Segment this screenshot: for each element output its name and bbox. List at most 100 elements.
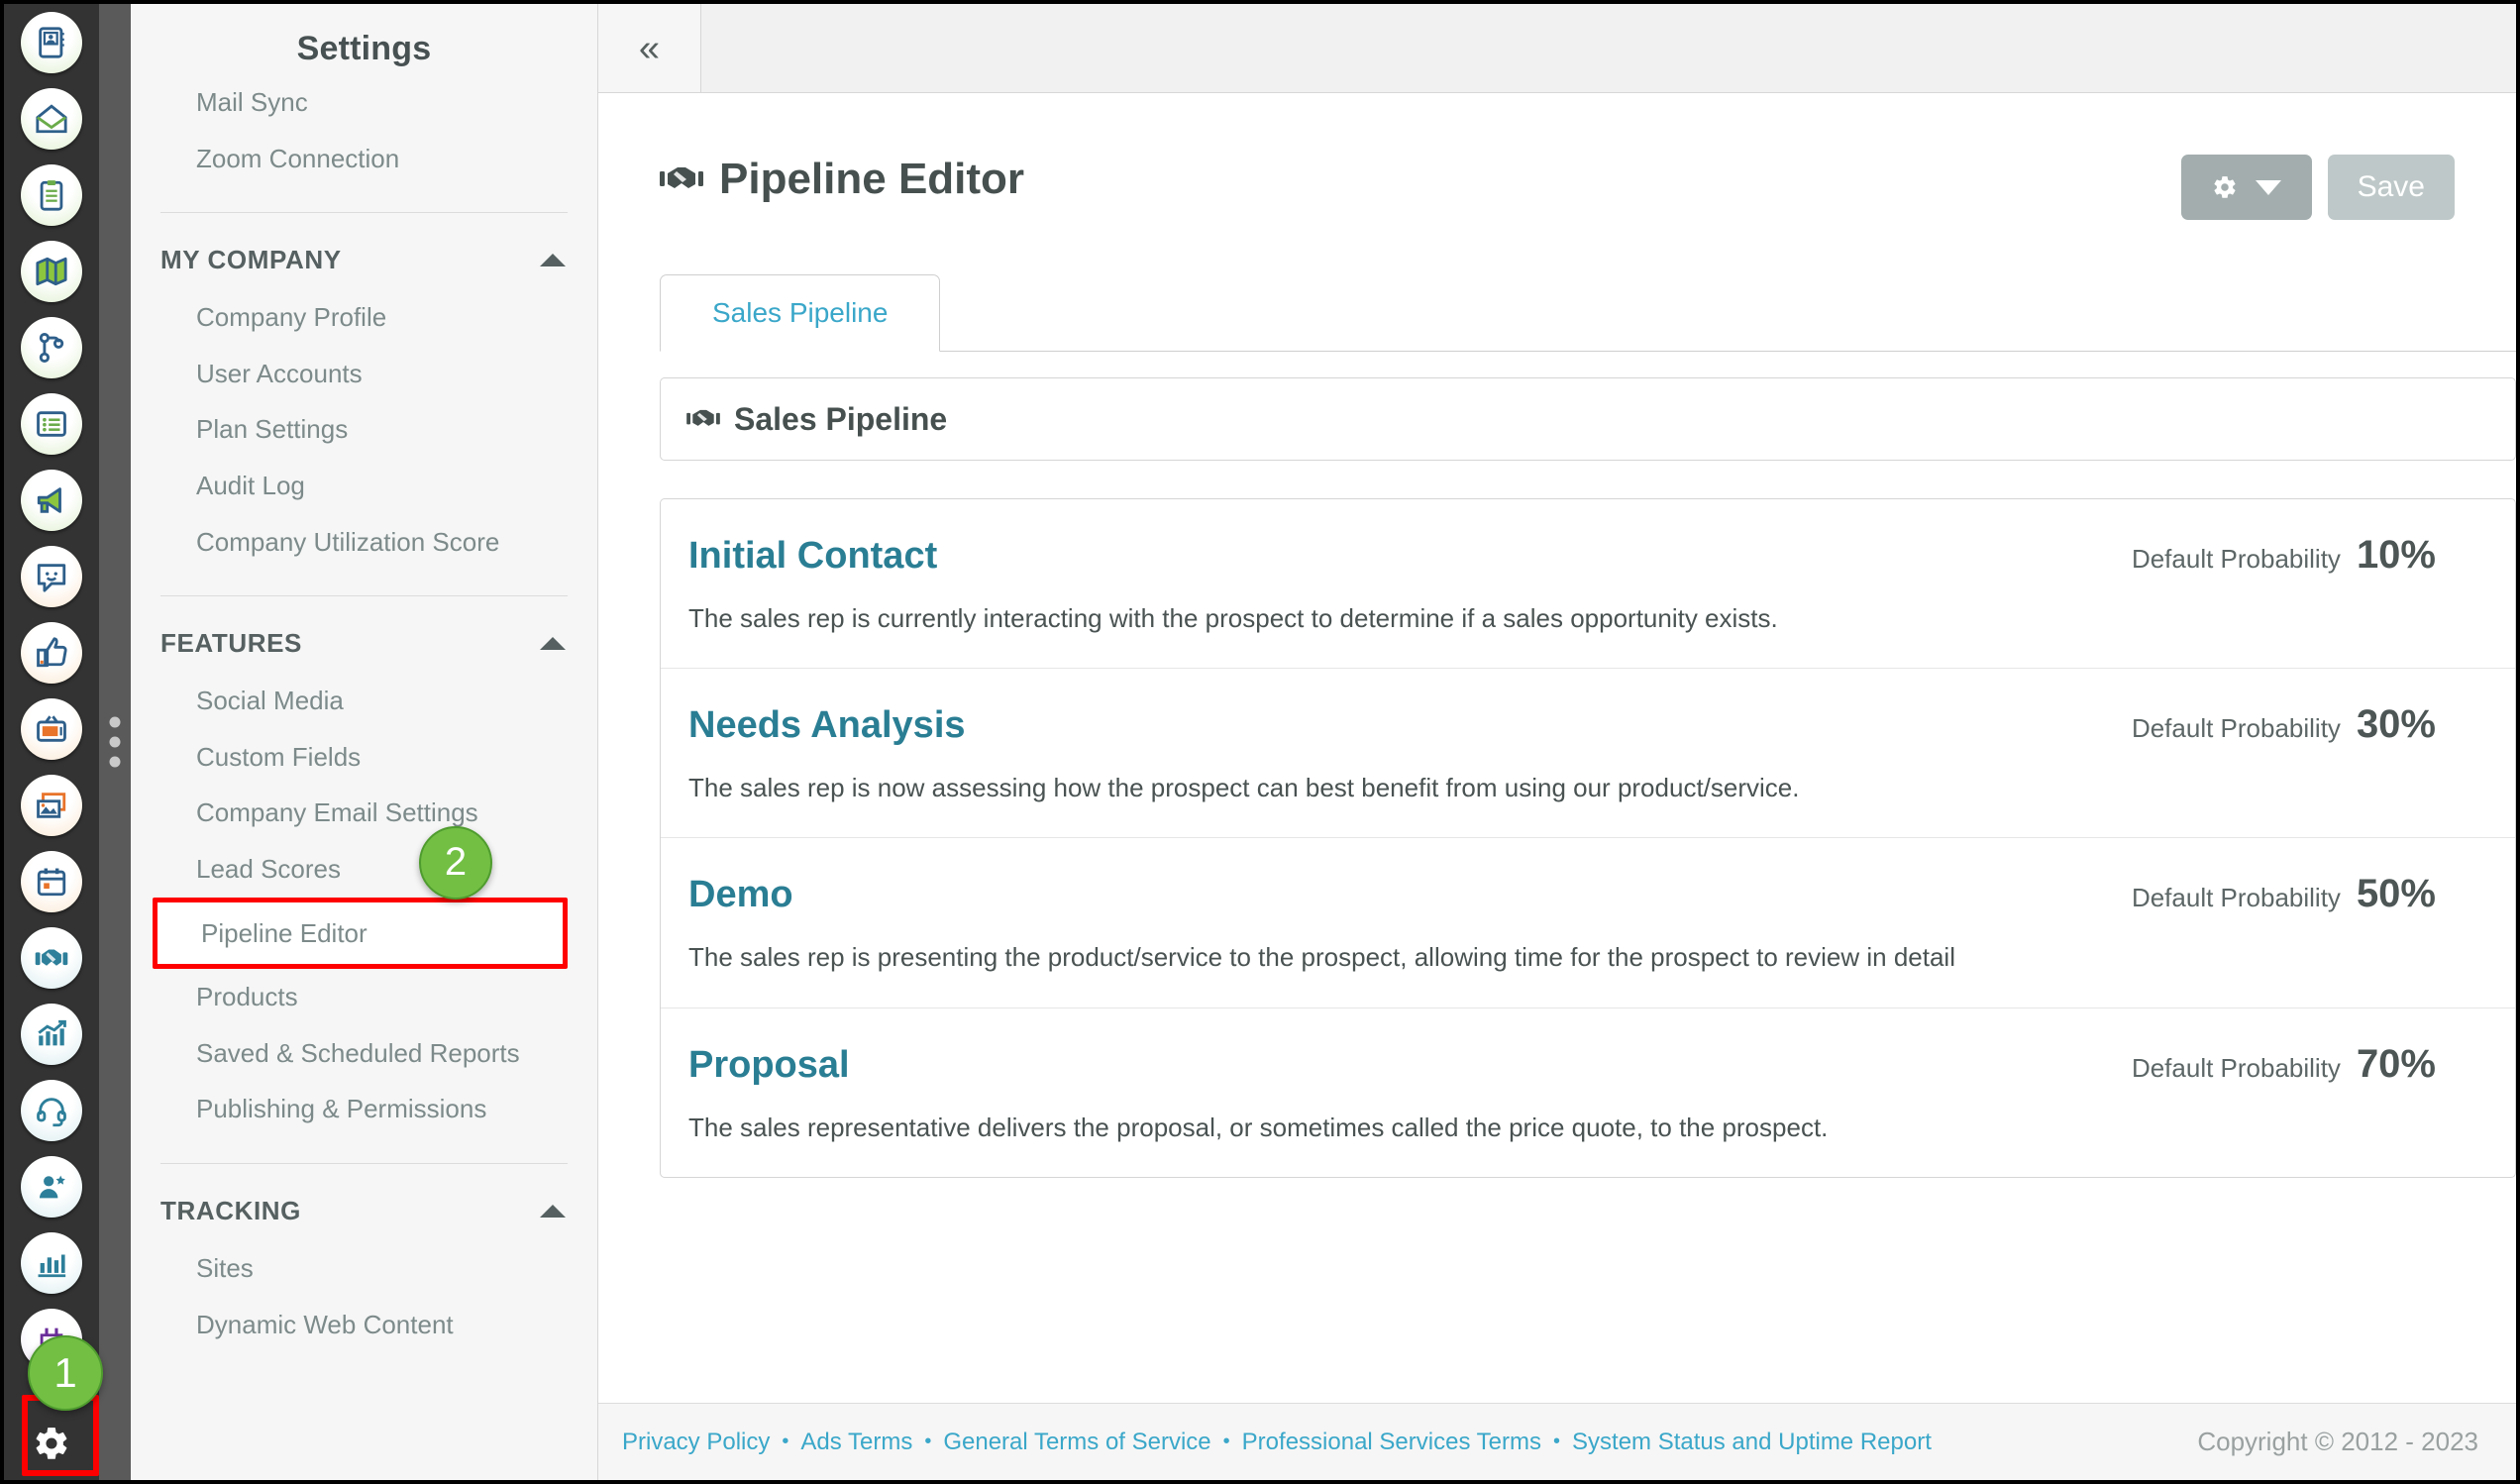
list-icon (37, 411, 66, 437)
thumbs-up-icon (37, 637, 67, 668)
stage-probability-value: 10% (2356, 533, 2436, 577)
rail-item-tv[interactable] (21, 698, 82, 760)
sidebar-item-company-utilization-score[interactable]: Company Utilization Score (166, 514, 562, 571)
rail-item-handshake[interactable] (21, 927, 82, 989)
chat-smile-icon (37, 564, 66, 592)
stage-name[interactable]: Proposal (688, 1044, 850, 1087)
rail-item-contacts[interactable] (21, 12, 82, 73)
sidebar-item-audit-log[interactable]: Audit Log (166, 458, 562, 514)
rail-item-list[interactable] (21, 393, 82, 455)
rail-icon-list (21, 12, 82, 1385)
sidebar-item-zoom-connection[interactable]: Zoom Connection (166, 131, 562, 187)
pipeline-stage-row[interactable]: Needs Analysis Default Probability 30% The … (661, 669, 2515, 839)
settings-nav: Mail Sync Zoom Connection MY COMPANY Compan… (131, 74, 597, 1352)
rail-item-bar-chart[interactable] (21, 1232, 82, 1294)
sidebar-item-saved-scheduled-reports[interactable]: Saved & Scheduled Reports (166, 1025, 562, 1082)
nav-divider (160, 212, 568, 214)
chevron-up-icon[interactable] (540, 637, 566, 651)
pipeline-stage-row[interactable]: Proposal Default Probability 70% The sales … (661, 1008, 2515, 1177)
chevron-down-icon (2255, 179, 2281, 195)
chevron-up-icon[interactable] (540, 254, 566, 267)
handshake-icon (686, 406, 720, 432)
sidebar-item-social-media[interactable]: Social Media (166, 673, 562, 729)
stage-header: Initial Contact Default Probability 10% (688, 533, 2475, 578)
rail-item-growth-chart[interactable] (21, 1004, 82, 1065)
settings-sidebar: Settings Mail Sync Zoom Connection MY COMP… (131, 4, 598, 1480)
nav-divider (160, 1162, 568, 1164)
footer-link-ads-terms[interactable]: Ads Terms (800, 1429, 912, 1456)
stage-name[interactable]: Demo (688, 874, 793, 916)
tab-sales-pipeline[interactable]: Sales Pipeline (660, 274, 941, 352)
stage-description: The sales rep is now assessing how the p… (688, 773, 1800, 803)
sidebar-item-mail-sync[interactable]: Mail Sync (166, 74, 562, 131)
page-title: Pipeline Editor (660, 155, 1024, 204)
sidebar-item-lead-scores[interactable]: Lead Scores (166, 841, 562, 898)
nav-group-title: MY COMPANY (160, 245, 342, 275)
top-bar-filler (701, 4, 2516, 92)
gear-icon (2214, 176, 2236, 198)
pipeline-stage-row[interactable]: Initial Contact Default Probability 10% The… (661, 499, 2515, 670)
nav-group-items: Company Profile User Accounts Plan Setting… (131, 289, 597, 570)
stage-probability-label: Default Probability (2131, 544, 2341, 574)
handshake-icon (660, 162, 703, 196)
footer-link-general-terms-of-service[interactable]: General Terms of Service (943, 1429, 1210, 1456)
sidebar-item-pipeline-editor[interactable]: Pipeline Editor (153, 897, 568, 970)
rail-item-chat-smile[interactable] (21, 546, 82, 607)
sidebar-item-plan-settings[interactable]: Plan Settings (166, 401, 562, 458)
footer-separator: • (924, 1431, 932, 1452)
collapse-sidebar-button[interactable]: « (598, 4, 701, 92)
settings-dropdown-button[interactable] (2180, 155, 2312, 220)
rail-item-email-open[interactable] (21, 88, 82, 150)
save-button[interactable]: Save (2327, 155, 2455, 220)
chevron-double-left-icon: « (638, 27, 661, 69)
stage-probability-value: 70% (2356, 1041, 2436, 1086)
sidebar-item-dynamic-web-content[interactable]: Dynamic Web Content (166, 1297, 562, 1353)
tv-icon (37, 715, 66, 742)
stages-holder: Initial Contact Default Probability 10% The… (661, 499, 2515, 1177)
footer-link-list: Privacy Policy • Ads Terms • General Terms o… (622, 1429, 1932, 1456)
footer-link-professional-services-terms[interactable]: Professional Services Terms (1242, 1429, 1541, 1456)
stage-description: The sales rep is currently interacting w… (688, 603, 1778, 633)
rail-item-megaphone[interactable] (21, 470, 82, 531)
rail-item-map[interactable] (21, 241, 82, 302)
stage-name[interactable]: Initial Contact (688, 535, 937, 578)
sidebar-item-custom-fields[interactable]: Custom Fields (166, 729, 562, 786)
image-gallery-icon (37, 793, 66, 818)
nav-group-header-my-company[interactable]: MY COMPANY (131, 239, 597, 281)
nav-group-header-features[interactable]: FEATURES (131, 622, 597, 665)
megaphone-icon (37, 487, 61, 513)
stage-probability-label: Default Probability (2131, 1052, 2341, 1083)
nav-group-header-tracking[interactable]: TRACKING (131, 1190, 597, 1232)
rail-item-calendar[interactable] (21, 851, 82, 912)
sidebar-item-user-accounts[interactable]: User Accounts (166, 346, 562, 402)
rail-item-clipboard[interactable] (21, 164, 82, 226)
settings-top-items: Mail Sync Zoom Connection (131, 74, 597, 186)
panel-drag-handle[interactable] (99, 4, 131, 1480)
pipeline-stage-row[interactable]: Demo Default Probability 50% The sales rep … (661, 838, 2515, 1008)
sidebar-item-company-profile[interactable]: Company Profile (166, 289, 562, 346)
stage-header: Demo Default Probability 50% (688, 872, 2475, 916)
pipeline-name-text: Sales Pipeline (734, 400, 948, 437)
rail-item-thumbs-up[interactable] (21, 622, 82, 684)
footer-link-privacy-policy[interactable]: Privacy Policy (622, 1429, 770, 1456)
sidebar-item-sites[interactable]: Sites (166, 1240, 562, 1297)
clipboard-icon (40, 180, 63, 211)
rail-item-headset[interactable] (21, 1080, 82, 1141)
footer-link-system-status-and-uptime-report[interactable]: System Status and Uptime Report (1572, 1429, 1932, 1456)
sidebar-item-products[interactable]: Products (166, 969, 562, 1025)
bar-chart-icon (38, 1254, 66, 1278)
top-bar: « (598, 4, 2516, 93)
copyright-text: Copyright © 2012 - 2023 (2197, 1427, 2478, 1456)
calendar-icon (37, 868, 66, 897)
pipeline-name-bar: Sales Pipeline (660, 377, 2516, 461)
sidebar-item-publishing-permissions[interactable]: Publishing & Permissions (166, 1081, 562, 1137)
chevron-up-icon[interactable] (540, 1204, 566, 1218)
sidebar-item-company-email-settings[interactable]: Company Email Settings (166, 785, 562, 841)
headset-icon (37, 1098, 66, 1127)
rail-item-image-gallery[interactable] (21, 775, 82, 836)
stage-header: Proposal Default Probability 70% (688, 1042, 2475, 1087)
rail-settings-gear-button[interactable] (4, 1407, 99, 1480)
rail-item-user-star[interactable] (21, 1156, 82, 1218)
stage-name[interactable]: Needs Analysis (688, 704, 966, 747)
rail-item-workflow[interactable] (21, 317, 82, 378)
